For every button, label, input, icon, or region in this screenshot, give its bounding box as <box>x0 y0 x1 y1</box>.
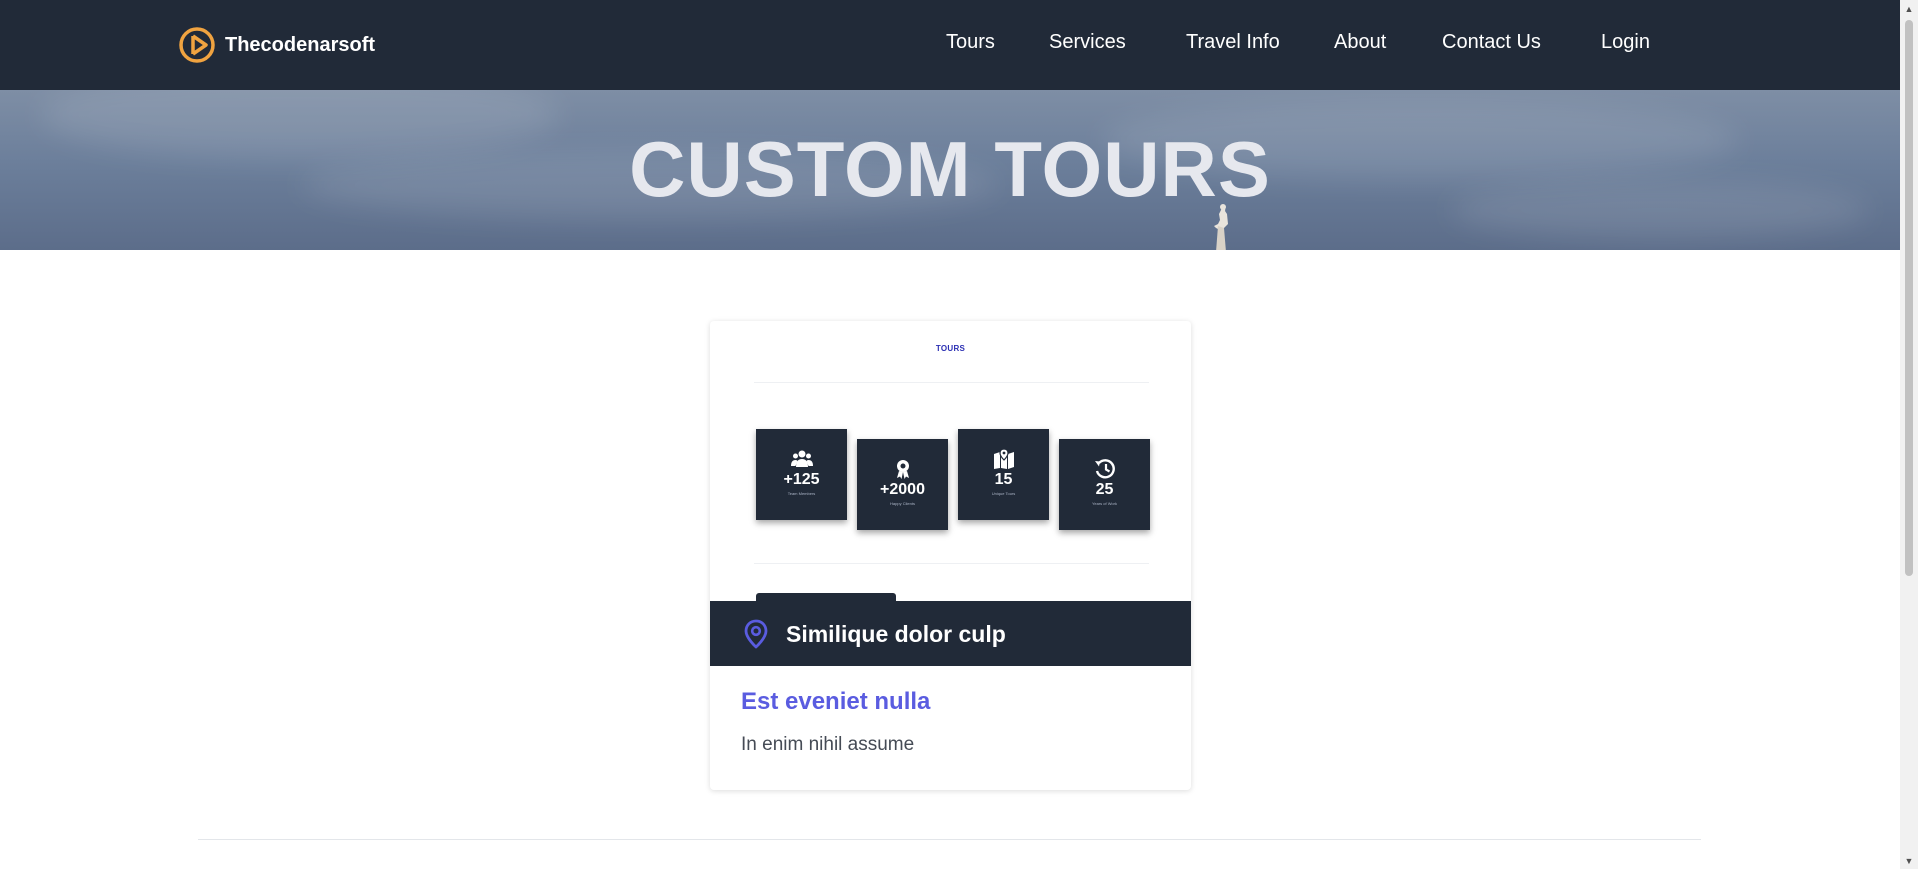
nav-link-tours[interactable]: Tours <box>946 31 995 54</box>
statue-image <box>1214 204 1228 250</box>
scroll-down-icon[interactable]: ▼ <box>1900 852 1918 869</box>
divider <box>754 382 1149 383</box>
location-name: Similique dolor culp <box>786 621 1006 647</box>
stat-card-clients: +2000 Happy Clients <box>857 439 948 530</box>
tour-description: In enim nihil assume <box>741 734 915 755</box>
hero-title: CUSTOM TOURS <box>629 125 1271 213</box>
award-icon <box>896 460 909 479</box>
page: Thecodenarsoft Tours Services Travel Inf… <box>0 0 1918 869</box>
tour-title-link[interactable]: Est eveniet nulla <box>741 688 930 716</box>
brand-link[interactable]: Thecodenarsoft <box>179 27 375 63</box>
location-pin-icon <box>744 619 768 649</box>
stat-card-years: 25 Years of Work <box>1059 439 1150 530</box>
users-icon <box>790 450 813 467</box>
brand-name: Thecodenarsoft <box>225 33 376 56</box>
vertical-scrollbar[interactable]: ▲ ▼ <box>1900 0 1918 869</box>
scroll-up-icon[interactable]: ▲ <box>1900 0 1918 17</box>
stat-card-tours: 15 Unique Tours <box>958 429 1049 520</box>
stat-card-team: +125 Team Members <box>756 429 847 520</box>
divider <box>754 563 1149 564</box>
scroll-thumb[interactable] <box>1905 20 1913 576</box>
footer-divider <box>198 839 1701 840</box>
brand-logo-icon <box>179 27 215 63</box>
stat-value: 25 <box>1095 481 1114 498</box>
stat-label: Team Members <box>787 491 816 496</box>
hero-banner: CUSTOM TOURS <box>0 90 1900 250</box>
stat-label: Happy Clients <box>890 501 915 506</box>
nav-link-contact-us[interactable]: Contact Us <box>1442 31 1541 54</box>
nav-link-login[interactable]: Login <box>1601 31 1650 54</box>
card-section-label: TOURS <box>935 344 966 353</box>
stat-value: +2000 <box>880 481 925 498</box>
history-icon <box>1094 459 1115 479</box>
stat-value: 15 <box>994 471 1013 488</box>
stat-label: Unique Tours <box>991 491 1016 496</box>
nav-link-services[interactable]: Services <box>1049 31 1126 54</box>
stat-value: +125 <box>783 471 820 488</box>
map-pin-icon <box>993 449 1014 469</box>
tour-card[interactable]: TOURS +125 Team Members +2000 Happy Clie… <box>710 321 1191 790</box>
stat-label: Years of Work <box>1092 501 1117 506</box>
location-bar: Similique dolor culp <box>710 601 1191 666</box>
nav-link-about[interactable]: About <box>1334 31 1386 54</box>
nav-link-travel-info[interactable]: Travel Info <box>1186 31 1280 54</box>
navbar: Thecodenarsoft Tours Services Travel Inf… <box>0 0 1900 90</box>
